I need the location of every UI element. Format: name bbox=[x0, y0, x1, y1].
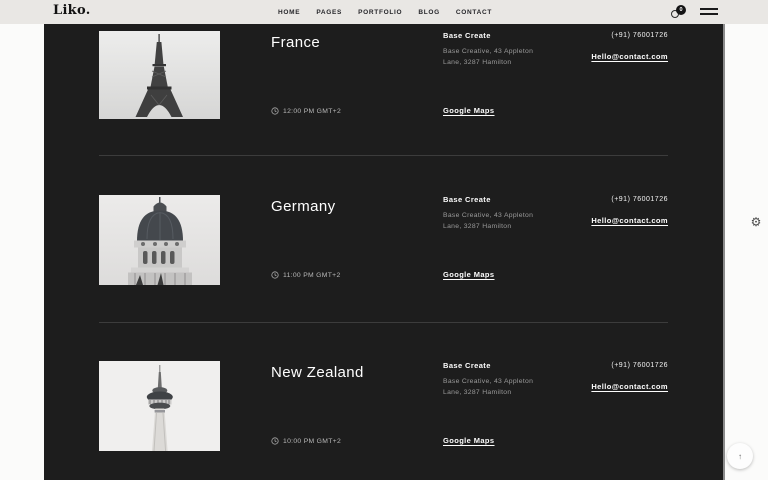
office-address: Base Creative, 43 Appleton Lane, 3287 Ha… bbox=[443, 376, 573, 398]
email-link[interactable]: Hello@contact.com bbox=[591, 382, 668, 391]
google-maps-link[interactable]: Google Maps bbox=[443, 436, 495, 445]
local-time-text: 10:00 PM GMT+2 bbox=[283, 438, 341, 445]
local-time-text: 11:00 PM GMT+2 bbox=[283, 272, 341, 279]
cart-button[interactable]: 0 bbox=[669, 3, 689, 21]
email-link[interactable]: Hello@contact.com bbox=[591, 216, 668, 225]
cathedral-dome-image bbox=[99, 195, 220, 285]
office-info: Base Create Base Creative, 43 Appleton L… bbox=[443, 361, 573, 398]
email-link[interactable]: Hello@contact.com bbox=[591, 52, 668, 61]
company-name: Base Create bbox=[443, 361, 573, 370]
local-time: 11:00 PM GMT+2 bbox=[271, 271, 341, 279]
clock-icon bbox=[271, 107, 279, 115]
country-title: France bbox=[271, 34, 320, 51]
gear-icon: ⚙ bbox=[751, 215, 762, 229]
google-maps-link[interactable]: Google Maps bbox=[443, 106, 495, 115]
clock-icon bbox=[271, 271, 279, 279]
phone-number: (+91) 76001726 bbox=[591, 196, 668, 203]
office-info: Base Create Base Creative, 43 Appleton L… bbox=[443, 31, 573, 68]
scroll-to-top-button[interactable]: ↑ bbox=[727, 443, 753, 469]
contact-locations-panel: France 12:00 PM GMT+2 Base Create Base C… bbox=[44, 24, 725, 480]
phone-number: (+91) 76001726 bbox=[591, 32, 668, 39]
nav-item-portfolio[interactable]: PORTFOLIO bbox=[358, 9, 402, 16]
hamburger-menu-button[interactable] bbox=[700, 8, 718, 18]
contact-details: (+91) 76001726 Hello@contact.com bbox=[591, 196, 668, 228]
country-title: Germany bbox=[271, 198, 336, 215]
contact-details: (+91) 76001726 Hello@contact.com bbox=[591, 32, 668, 64]
phone-number: (+91) 76001726 bbox=[591, 362, 668, 369]
location-section-france: France 12:00 PM GMT+2 Base Create Base C… bbox=[44, 31, 725, 155]
site-header: Liko. HOME PAGES PORTFOLIO BLOG CONTACT … bbox=[0, 0, 768, 24]
company-name: Base Create bbox=[443, 195, 573, 204]
hamburger-icon bbox=[700, 8, 718, 10]
local-time: 12:00 PM GMT+2 bbox=[271, 107, 341, 115]
theme-settings-button[interactable]: ⚙ bbox=[747, 213, 765, 231]
company-name: Base Create bbox=[443, 31, 573, 40]
cart-count-badge: 0 bbox=[676, 5, 686, 15]
nav-item-blog[interactable]: BLOG bbox=[418, 9, 440, 16]
main-nav: HOME PAGES PORTFOLIO BLOG CONTACT bbox=[278, 0, 492, 24]
site-logo[interactable]: Liko. bbox=[53, 3, 91, 18]
sky-tower-image bbox=[99, 361, 220, 451]
location-section-germany: Germany 11:00 PM GMT+2 Base Create Base … bbox=[44, 195, 725, 322]
nav-item-home[interactable]: HOME bbox=[278, 9, 300, 16]
section-divider bbox=[99, 322, 668, 323]
nav-item-contact[interactable]: CONTACT bbox=[456, 9, 492, 16]
eiffel-tower-image bbox=[99, 31, 220, 119]
contact-details: (+91) 76001726 Hello@contact.com bbox=[591, 362, 668, 394]
office-address: Base Creative, 43 Appleton Lane, 3287 Ha… bbox=[443, 210, 573, 232]
panel-edge-line bbox=[723, 24, 725, 480]
office-address: Base Creative, 43 Appleton Lane, 3287 Ha… bbox=[443, 46, 573, 68]
local-time-text: 12:00 PM GMT+2 bbox=[283, 108, 341, 115]
section-divider bbox=[99, 155, 668, 156]
country-title: New Zealand bbox=[271, 364, 364, 381]
local-time: 10:00 PM GMT+2 bbox=[271, 437, 341, 445]
clock-icon bbox=[271, 437, 279, 445]
up-arrow-icon: ↑ bbox=[738, 452, 742, 461]
location-section-new-zealand: New Zealand 10:00 PM GMT+2 Base Create B… bbox=[44, 361, 725, 480]
nav-item-pages[interactable]: PAGES bbox=[316, 9, 342, 16]
office-info: Base Create Base Creative, 43 Appleton L… bbox=[443, 195, 573, 232]
google-maps-link[interactable]: Google Maps bbox=[443, 270, 495, 279]
